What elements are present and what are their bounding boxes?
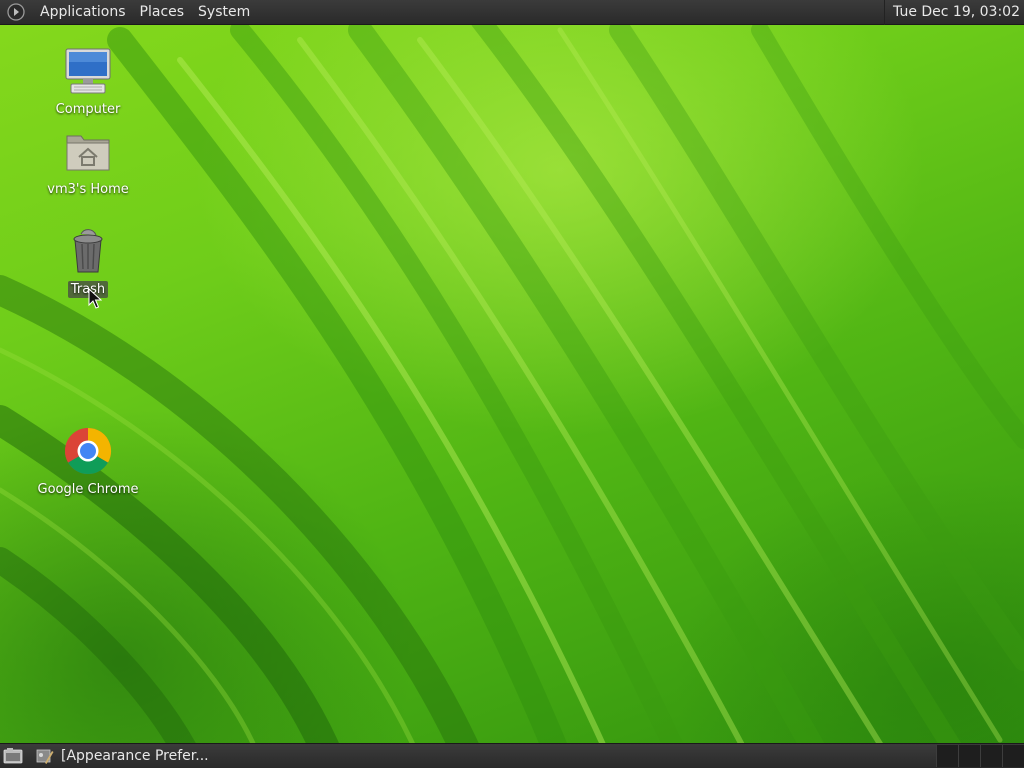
show-desktop-icon[interactable] xyxy=(2,747,24,765)
desktop[interactable]: Applications Places System Tue Dec 19, 0… xyxy=(0,0,1024,768)
trash-icon xyxy=(73,229,103,273)
desktop-icon-home[interactable]: vm3's Home xyxy=(28,126,148,198)
computer-icon xyxy=(65,48,111,94)
workspace-2[interactable] xyxy=(958,745,980,767)
applications-menu[interactable]: Applications xyxy=(33,0,133,25)
wallpaper-leaf-pattern xyxy=(0,10,1024,768)
distro-logo-icon[interactable] xyxy=(7,3,25,21)
workspace-switcher xyxy=(936,745,1024,767)
appearance-preferences-icon xyxy=(36,749,54,764)
taskbar-window-label: [Appearance Prefer... xyxy=(61,748,209,764)
home-folder-icon xyxy=(66,135,110,171)
desktop-icon-label: Computer xyxy=(55,102,121,117)
bottom-panel: [Appearance Prefer... xyxy=(0,743,1024,768)
desktop-icon-label: vm3's Home xyxy=(47,182,129,197)
chrome-icon xyxy=(65,427,112,475)
taskbar-window-appearance-preferences[interactable]: [Appearance Prefer... xyxy=(34,745,217,767)
desktop-icon-label: Google Chrome xyxy=(37,482,139,497)
wallpaper xyxy=(0,0,1024,768)
top-panel: Applications Places System Tue Dec 19, 0… xyxy=(0,0,1024,25)
desktop-icon-google-chrome[interactable]: Google Chrome xyxy=(28,426,148,498)
system-menu[interactable]: System xyxy=(191,0,257,25)
desktop-icon-computer[interactable]: Computer xyxy=(28,46,148,118)
clock[interactable]: Tue Dec 19, 03:02 xyxy=(884,0,1020,25)
places-menu[interactable]: Places xyxy=(133,0,192,25)
mouse-cursor-icon xyxy=(88,288,102,309)
workspace-1[interactable] xyxy=(936,745,958,767)
workspace-3[interactable] xyxy=(980,745,1002,767)
workspace-4[interactable] xyxy=(1002,745,1024,767)
